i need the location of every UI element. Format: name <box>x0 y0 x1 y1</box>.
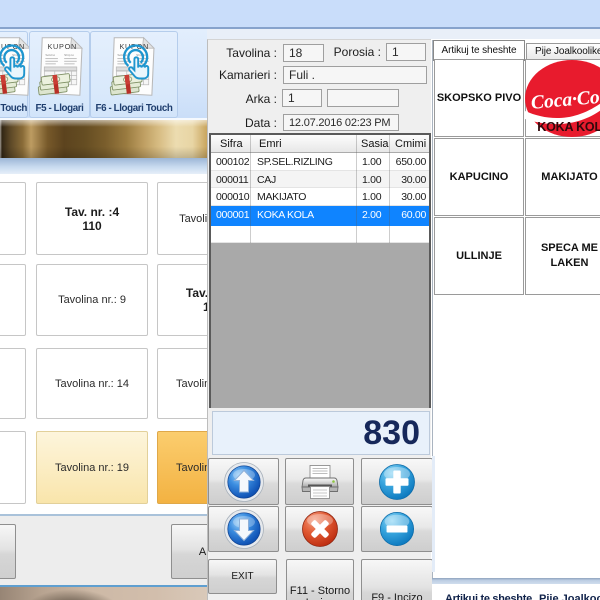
svg-text:KOKA KOLA: KOKA KOLA <box>537 120 600 134</box>
